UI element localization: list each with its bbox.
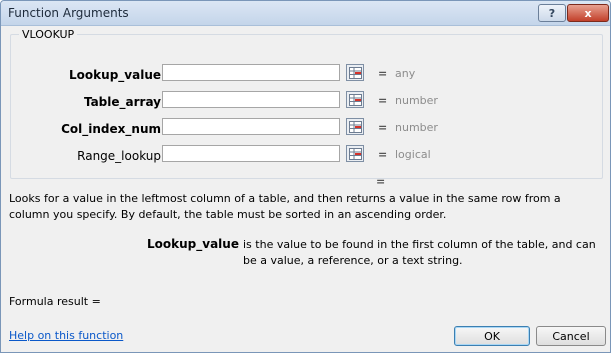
function-description: Looks for a value in the leftmost column… xyxy=(9,192,561,221)
ok-button[interactable]: OK xyxy=(454,326,530,346)
argument-row-lookup-value: Lookup_value = any xyxy=(11,64,602,86)
equals-sign: = xyxy=(378,148,388,161)
cancel-button[interactable]: Cancel xyxy=(536,326,606,346)
argument-label: Col_index_num xyxy=(61,122,161,136)
col-index-num-input[interactable] xyxy=(162,118,340,135)
function-name: VLOOKUP xyxy=(19,28,78,41)
argument-label: Table_array xyxy=(83,95,161,109)
argument-label: Range_lookup xyxy=(77,149,161,163)
function-arguments-dialog: Function Arguments ? x VLOOKUP Lookup_va… xyxy=(0,0,611,353)
argument-help-text: is the value to be found in the first co… xyxy=(243,238,596,267)
arguments-group: VLOOKUP Lookup_value = any Table_array =… xyxy=(10,28,603,179)
argument-type: number xyxy=(395,94,438,107)
argument-row-col-index-num: Col_index_num = number xyxy=(11,118,602,140)
lookup-value-input[interactable] xyxy=(162,64,340,81)
title-bar[interactable]: Function Arguments ? x xyxy=(1,1,610,26)
argument-help-name: Lookup_value xyxy=(147,237,239,251)
equals-sign: = xyxy=(378,67,388,80)
table-array-input[interactable] xyxy=(162,91,340,108)
argument-type: logical xyxy=(395,148,431,161)
function-result-equals: = xyxy=(376,175,386,188)
range-lookup-input[interactable] xyxy=(162,145,340,162)
help-button[interactable]: ? xyxy=(538,4,566,22)
dialog-title: Function Arguments xyxy=(8,6,129,20)
equals-sign: = xyxy=(378,94,388,107)
range-selector-icon[interactable] xyxy=(346,118,364,135)
formula-result: Formula result = xyxy=(9,295,101,308)
range-selector-icon[interactable] xyxy=(346,64,364,81)
argument-label: Lookup_value xyxy=(69,68,161,82)
help-on-function-link[interactable]: Help on this function xyxy=(9,329,123,342)
equals-sign: = xyxy=(378,121,388,134)
range-selector-icon[interactable] xyxy=(346,91,364,108)
close-button[interactable]: x xyxy=(567,4,609,22)
argument-row-range-lookup: Range_lookup = logical xyxy=(11,145,602,167)
argument-row-table-array: Table_array = number xyxy=(11,91,602,113)
argument-type: number xyxy=(395,121,438,134)
range-selector-icon[interactable] xyxy=(346,145,364,162)
argument-type: any xyxy=(395,67,416,80)
